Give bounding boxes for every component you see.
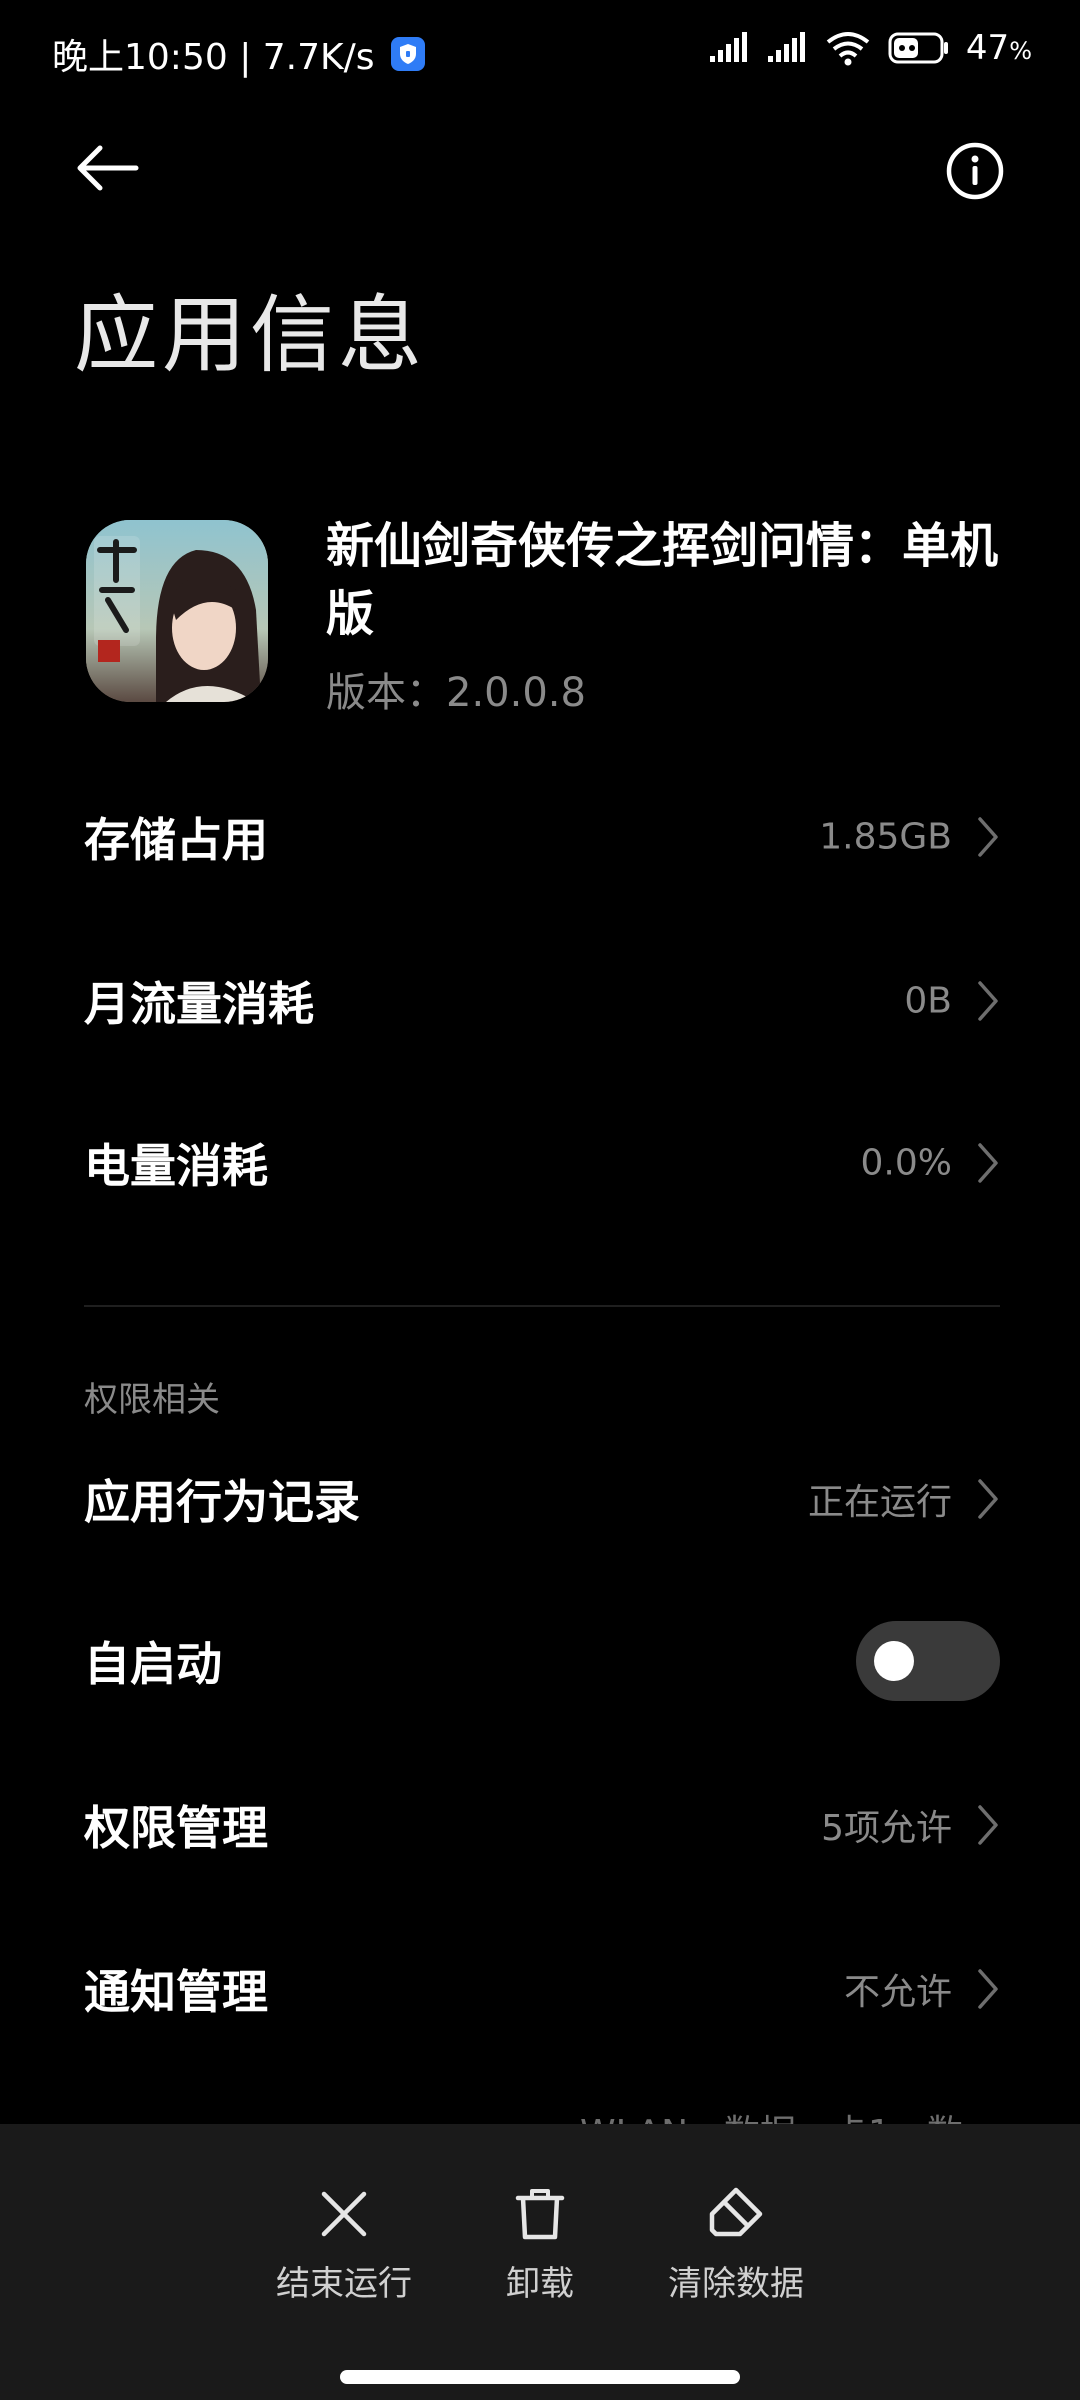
storage-value: 1.85GB bbox=[819, 816, 952, 858]
app-info-button[interactable] bbox=[944, 140, 1014, 210]
signal-icon bbox=[709, 32, 747, 62]
force-stop-button[interactable]: 结束运行 bbox=[244, 2184, 444, 2305]
chevron-right-icon bbox=[978, 1805, 998, 1845]
eraser-icon bbox=[709, 2187, 763, 2237]
battery-value: 47 bbox=[965, 28, 1010, 68]
bottom-action-bar: 结束运行 卸载 清除数据 bbox=[0, 2124, 1080, 2400]
chevron-right-icon bbox=[978, 1969, 998, 2009]
back-button[interactable] bbox=[72, 138, 152, 208]
app-icon bbox=[86, 520, 268, 702]
uninstall-button[interactable]: 卸载 bbox=[440, 2184, 640, 2305]
storage-row[interactable]: 存储占用 1.85GB bbox=[84, 782, 1000, 892]
app-behavior-row[interactable]: 应用行为记录 正在运行 bbox=[84, 1444, 1000, 1554]
chevron-right-icon bbox=[978, 1479, 998, 1519]
status-left: 晚上10:50 | 7.7K/s bbox=[52, 28, 425, 80]
clear-data-label: 清除数据 bbox=[668, 2264, 804, 2304]
data-usage-value: 0B bbox=[904, 980, 952, 1022]
battery-usage-row[interactable]: 电量消耗 0.0% bbox=[84, 1108, 1000, 1218]
status-time-speed: 晚上10:50 | 7.7K/s bbox=[52, 37, 375, 78]
notification-manage-value: 不允许 bbox=[843, 1972, 952, 2013]
notification-manage-label: 通知管理 bbox=[84, 1965, 268, 2019]
chevron-right-icon bbox=[978, 817, 998, 857]
app-version: 版本：2.0.0.8 bbox=[326, 670, 586, 716]
app-behavior-label: 应用行为记录 bbox=[84, 1475, 360, 1529]
permissions-section-header: 权限相关 bbox=[84, 1380, 220, 1420]
data-usage-label: 月流量消耗 bbox=[84, 977, 314, 1031]
notification-manage-row[interactable]: 通知管理 不允许 bbox=[84, 1934, 1000, 2044]
app-behavior-value: 正在运行 bbox=[807, 1482, 952, 1523]
section-divider bbox=[84, 1305, 1000, 1307]
close-icon bbox=[321, 2191, 367, 2237]
battery-icon bbox=[888, 32, 948, 64]
permission-manage-value: 5项允许 bbox=[821, 1808, 952, 1849]
storage-label: 存储占用 bbox=[84, 813, 268, 867]
permission-manage-label: 权限管理 bbox=[84, 1801, 268, 1855]
chevron-right-icon bbox=[978, 1143, 998, 1183]
uninstall-label: 卸载 bbox=[506, 2264, 574, 2304]
signal-icon-2 bbox=[767, 32, 805, 62]
toggle-knob bbox=[874, 1641, 914, 1681]
permission-manage-row[interactable]: 权限管理 5项允许 bbox=[84, 1770, 1000, 1880]
status-right: 47% bbox=[708, 28, 1032, 68]
home-indicator[interactable] bbox=[340, 2370, 740, 2384]
arrow-left-icon bbox=[77, 145, 139, 191]
battery-usage-value: 0.0% bbox=[860, 1142, 952, 1184]
battery-level: 47% bbox=[966, 28, 1032, 68]
chevron-right-icon bbox=[978, 981, 998, 1021]
autostart-row: 自启动 bbox=[84, 1606, 1000, 1716]
clear-data-button[interactable]: 清除数据 bbox=[636, 2184, 836, 2305]
battery-usage-label: 电量消耗 bbox=[84, 1139, 268, 1193]
app-name: 新仙剑奇侠传之挥剑问情：单机版 bbox=[326, 518, 999, 642]
battery-unit: % bbox=[1009, 37, 1032, 65]
force-stop-label: 结束运行 bbox=[276, 2264, 412, 2304]
status-bar: 晚上10:50 | 7.7K/s 47% bbox=[0, 0, 1080, 110]
security-shield-icon bbox=[390, 37, 425, 71]
data-usage-row[interactable]: 月流量消耗 0B bbox=[84, 946, 1000, 1056]
autostart-label: 自启动 bbox=[84, 1637, 222, 1691]
wifi-icon bbox=[826, 32, 870, 66]
trash-icon bbox=[515, 2189, 565, 2240]
autostart-toggle[interactable] bbox=[856, 1621, 1000, 1701]
page-title: 应用信息 bbox=[74, 286, 427, 384]
info-icon bbox=[946, 142, 1004, 200]
